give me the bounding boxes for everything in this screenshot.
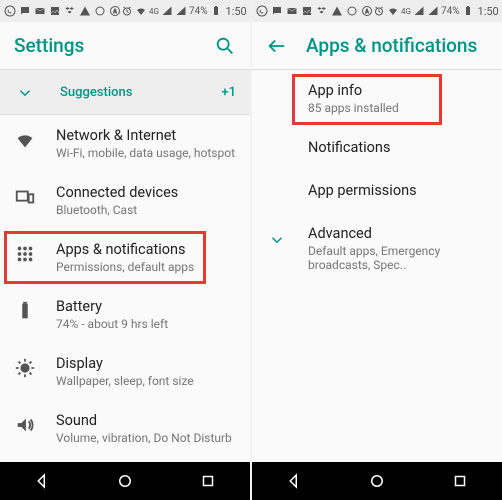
clock-time: 1:50: [478, 5, 499, 18]
apps-list[interactable]: App info 85 apps installed Notifications…: [252, 70, 502, 462]
row-network[interactable]: Network & Internet Wi-Fi, mobile, data u…: [0, 115, 250, 172]
signal2-icon: [427, 5, 439, 17]
signal2-icon: [175, 5, 187, 17]
sync-icon: [94, 5, 106, 17]
row-title: Notifications: [308, 139, 488, 156]
row-title: Battery: [56, 298, 236, 315]
row-apps-notifications[interactable]: Apps & notifications Permissions, defaul…: [0, 229, 250, 286]
row-display[interactable]: Display Wallpaper, sleep, font size: [0, 343, 250, 400]
row-sound[interactable]: Sound Volume, vibration, Do Not Disturb: [0, 400, 250, 457]
display-icon: [14, 357, 36, 379]
battery-pct: 74%: [189, 6, 208, 17]
nav-recents-icon[interactable]: [451, 472, 469, 490]
row-title: Sound: [56, 412, 236, 429]
wifi-icon: [14, 129, 36, 151]
apps-notifications-screen: A 4G 74% 1:50 Apps & notifications App i…: [252, 0, 502, 500]
image-icon: [301, 5, 313, 17]
apps-icon: [14, 243, 36, 265]
devices-icon: [14, 186, 36, 208]
row-title: App info: [308, 82, 488, 99]
whatsapp-icon: [4, 5, 16, 17]
row-app-permissions[interactable]: App permissions: [252, 170, 502, 213]
wifi-icon: [135, 5, 147, 17]
row-sub: Permissions, default apps: [56, 260, 236, 274]
suggestions-row[interactable]: Suggestions +1: [0, 70, 250, 115]
row-connected-devices[interactable]: Connected devices Bluetooth, Cast: [0, 172, 250, 229]
row-title: Display: [56, 355, 236, 372]
mail-icon: [286, 5, 298, 17]
nav-back-icon[interactable]: [33, 472, 51, 490]
navigation-bar: [252, 462, 502, 500]
nav-home-icon[interactable]: [116, 472, 134, 490]
page-title: Settings: [14, 34, 214, 57]
network-type: 4G: [401, 7, 411, 16]
network-type: 4G: [149, 7, 159, 16]
settings-screen: A 4G 74% 1:50 Settings Suggestions +1: [0, 0, 250, 500]
battery-icon: [462, 5, 474, 17]
row-sub: 85 apps installed: [308, 101, 488, 115]
chevron-down-icon: [266, 229, 288, 251]
navigation-bar: [0, 462, 250, 500]
row-battery[interactable]: Battery 74% - about 9 hrs left: [0, 286, 250, 343]
sync-icon: [346, 5, 358, 17]
row-sub: Default apps, Emergency broadcasts, Spec…: [308, 244, 488, 272]
status-bar: A 4G 74% 1:50: [0, 0, 250, 22]
dropbox-icon: [64, 5, 76, 17]
whatsapp-icon: [256, 5, 268, 17]
sound-icon: [14, 414, 36, 436]
circle-a-icon: A: [109, 5, 121, 17]
status-bar: A 4G 74% 1:50: [252, 0, 502, 22]
battery-icon: [210, 5, 222, 17]
svg-text:A: A: [365, 9, 369, 15]
settings-header: Settings: [0, 22, 250, 70]
row-sub: Bluetooth, Cast: [56, 203, 236, 217]
row-notifications[interactable]: Notifications: [252, 127, 502, 170]
settings-list[interactable]: Network & Internet Wi-Fi, mobile, data u…: [0, 115, 250, 462]
battery-icon: [14, 300, 36, 322]
signal-icon: [413, 5, 425, 17]
apps-header: Apps & notifications: [252, 22, 502, 70]
row-sub: 74% - about 9 hrs left: [56, 317, 236, 331]
row-sub: Wallpaper, sleep, font size: [56, 374, 236, 388]
suggestions-label: Suggestions: [60, 85, 221, 100]
suggestions-count: +1: [221, 85, 236, 100]
back-arrow-icon[interactable]: [266, 35, 288, 57]
row-title: Apps & notifications: [56, 241, 236, 258]
clock-time: 1:50: [226, 5, 247, 18]
mail-icon: [34, 5, 46, 17]
nav-home-icon[interactable]: [368, 472, 386, 490]
wifi-icon: [387, 5, 399, 17]
row-storage[interactable]: Storage 63% used - 11.75 GB free: [0, 457, 250, 462]
warning-icon: [79, 5, 91, 17]
circle-a-icon: A: [361, 5, 373, 17]
row-title: Network & Internet: [56, 127, 236, 144]
alarm-icon: [121, 5, 133, 17]
row-app-info[interactable]: App info 85 apps installed: [252, 70, 502, 127]
image-icon: [49, 5, 61, 17]
nav-back-icon[interactable]: [285, 472, 303, 490]
search-icon[interactable]: [214, 35, 236, 57]
warning-icon: [331, 5, 343, 17]
svg-text:A: A: [113, 9, 117, 15]
page-title: Apps & notifications: [306, 34, 488, 57]
row-sub: Wi-Fi, mobile, data usage, hotspot: [56, 146, 236, 160]
row-title: Connected devices: [56, 184, 236, 201]
signal-icon: [161, 5, 173, 17]
message-icon: [19, 5, 31, 17]
row-sub: Volume, vibration, Do Not Disturb: [56, 431, 236, 445]
dropbox-icon: [316, 5, 328, 17]
nav-recents-icon[interactable]: [199, 472, 217, 490]
row-title: Advanced: [308, 225, 488, 242]
message-icon: [271, 5, 283, 17]
alarm-icon: [373, 5, 385, 17]
row-title: App permissions: [308, 182, 488, 199]
battery-pct: 74%: [441, 6, 460, 17]
chevron-down-icon: [14, 82, 36, 104]
row-advanced[interactable]: Advanced Default apps, Emergency broadca…: [252, 213, 502, 284]
